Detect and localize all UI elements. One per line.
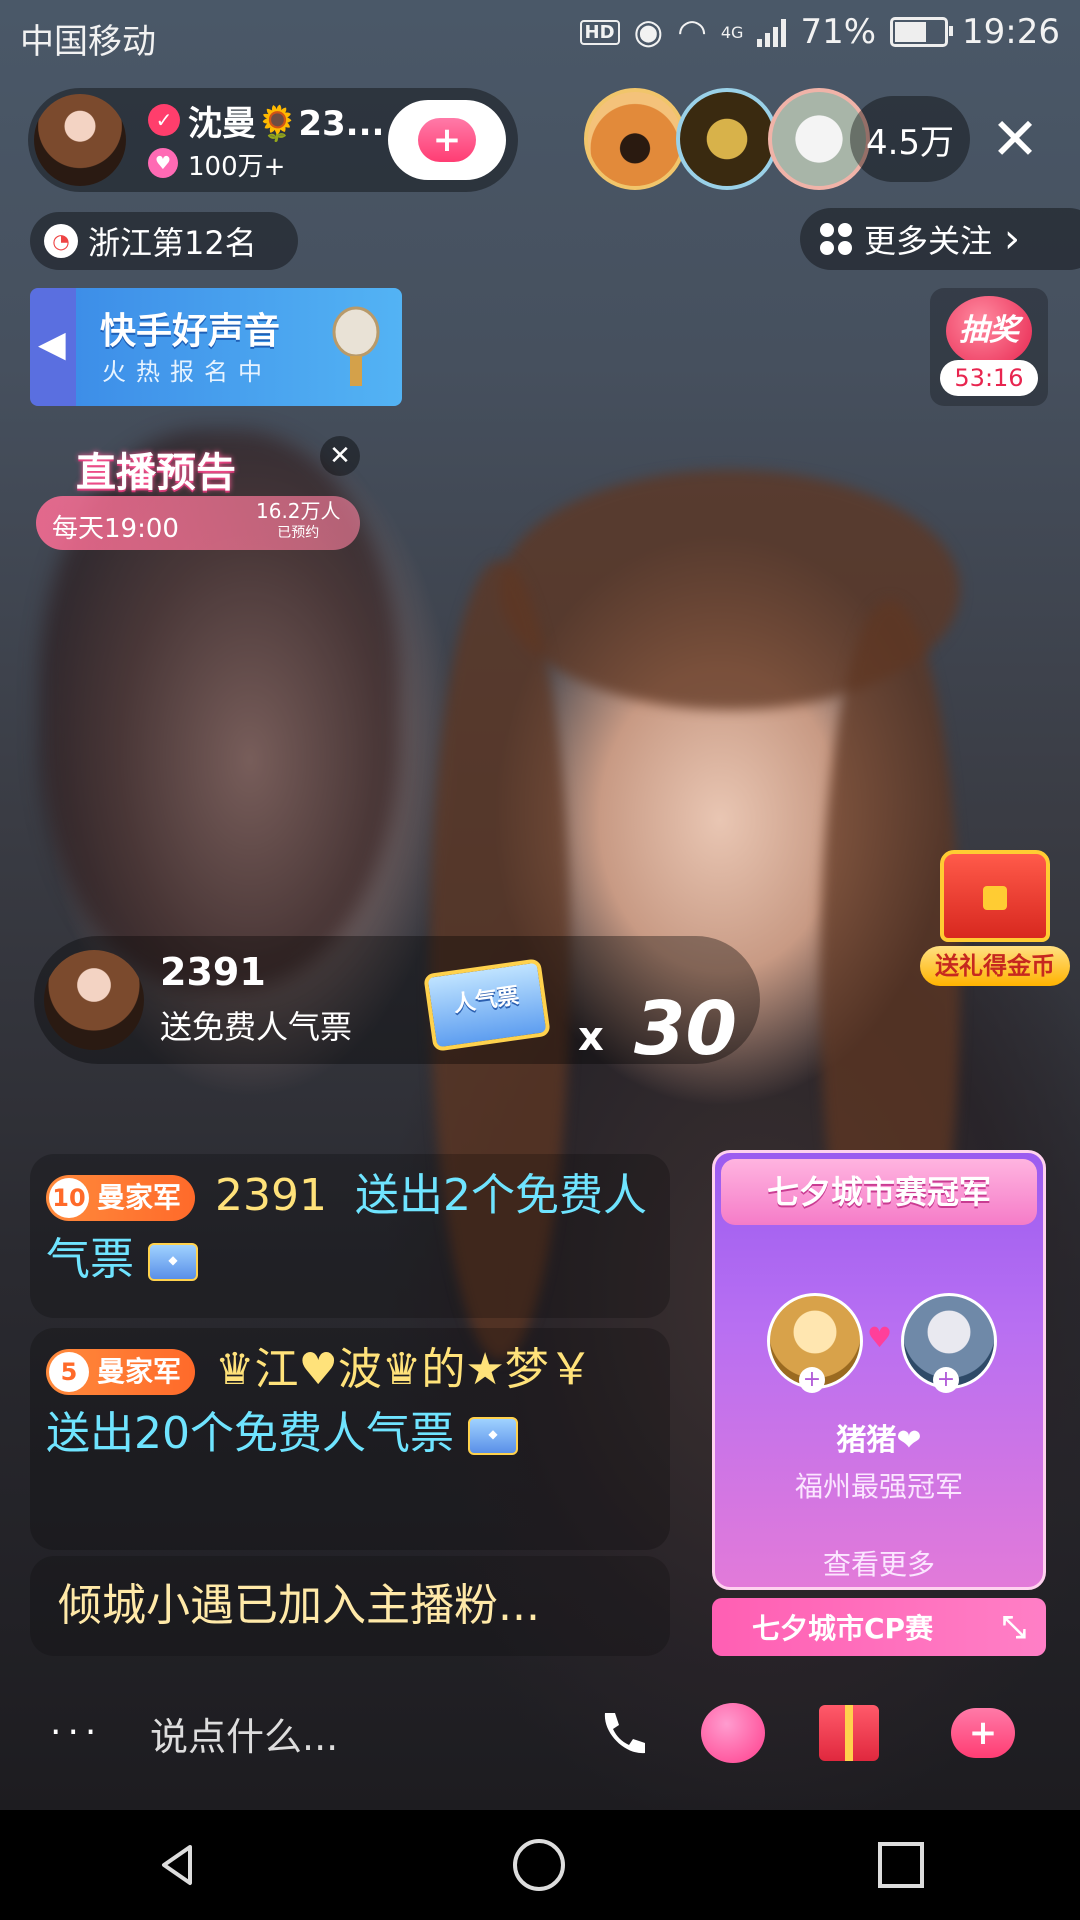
fan-level: 10: [49, 1178, 89, 1218]
gift-multiplier: 30: [634, 986, 737, 1072]
gift-multiplier-x: x: [578, 1014, 604, 1060]
fan-club-heart-plus: +: [951, 1708, 1015, 1758]
cp-champion-card[interactable]: 七夕城市赛冠军 + ♥ + 猪猪❤ 福州最强冠军 查看更多: [712, 1150, 1046, 1590]
lottery-timer: 53:16: [940, 360, 1038, 396]
home-icon[interactable]: [512, 1839, 565, 1891]
treasure-chest-widget[interactable]: 送礼得金币: [920, 850, 1070, 1000]
cp-card-title: 七夕城市赛冠军: [721, 1159, 1037, 1225]
microphone-icon: [332, 306, 380, 386]
preview-close-icon[interactable]: ✕: [320, 436, 360, 476]
comment-username[interactable]: ♛江♥波♛的★梦￥: [215, 1344, 593, 1395]
gift-sender-name: 2391: [160, 950, 266, 994]
plus-icon[interactable]: +: [799, 1367, 825, 1393]
top-viewer-avatar-1[interactable]: [584, 88, 686, 190]
heart-icon: ♥: [148, 148, 178, 178]
cp-subtitle: 福州最强冠军: [794, 1470, 963, 1503]
live-preview-card[interactable]: 直播预告 每天19:00 16.2万人 已预约: [36, 440, 360, 550]
back-icon[interactable]: [156, 1843, 200, 1887]
live-preview-count: 16.2万人 已预约: [256, 500, 341, 544]
viewer-count[interactable]: 4.5万: [850, 96, 970, 182]
fan-club-heart-icon[interactable]: +: [940, 1690, 1026, 1776]
ticket-label: 人气票: [423, 958, 551, 1052]
grid-icon: [820, 223, 852, 255]
verified-icon: ✓: [148, 104, 180, 136]
streamer-likes: 100万+: [188, 152, 286, 182]
live-preview-title: 直播预告: [76, 450, 236, 496]
streamer-avatar[interactable]: [34, 94, 126, 186]
recents-icon[interactable]: [877, 1842, 924, 1888]
plus-icon[interactable]: +: [933, 1367, 959, 1393]
carrier-name: 中国移动: [20, 22, 156, 62]
fan-badge-name: 曼家军: [97, 1181, 182, 1214]
clock-time: 19:26: [962, 12, 1060, 52]
good-voice-banner[interactable]: ◀ 快手好声音 火热报名中: [30, 288, 402, 406]
collapse-icon[interactable]: ⤡: [1002, 1610, 1026, 1645]
top-viewer-avatar-2[interactable]: [676, 88, 778, 190]
status-bar: 中国移动 HD ◉ ◠ 4G 71% 19:26: [0, 0, 1080, 72]
clock-icon: ◔: [44, 224, 78, 258]
live-preview-time: 每天19:00: [52, 514, 179, 544]
reservation-label: 已预约: [277, 525, 320, 541]
cp-contest-bar[interactable]: 七夕城市CP赛 ⤡: [712, 1598, 1046, 1656]
comment-item[interactable]: 10 曼家军 2391 送出2个免费人气票 ◆: [30, 1154, 670, 1318]
fan-level-badge: 10 曼家军: [46, 1175, 196, 1221]
chevron-left-icon[interactable]: ◀: [38, 324, 66, 365]
gift-description: 送免费人气票: [160, 1008, 353, 1046]
lottery-widget[interactable]: 抽奖 53:16: [930, 288, 1048, 406]
banner-title: 快手好声音: [100, 311, 281, 352]
navigation-bar: [0, 1810, 1080, 1920]
gift-box-icon[interactable]: [806, 1690, 892, 1776]
phone-call-icon[interactable]: [580, 1690, 666, 1776]
battery-percent: 71%: [800, 12, 877, 52]
network-type: 4G: [720, 22, 744, 42]
battery-icon: [890, 17, 954, 47]
more-options-icon[interactable]: ···: [50, 1712, 102, 1753]
heart-icon: ♥: [867, 1321, 893, 1354]
comment-text: 送出20个免费人气票: [46, 1408, 454, 1459]
region-rank-badge[interactable]: ◔ 浙江第12名: [30, 212, 298, 270]
more-follow-button[interactable]: 更多关注 ›: [800, 208, 1080, 270]
like-heart-icon[interactable]: [690, 1690, 776, 1776]
fan-level: 5: [49, 1352, 89, 1392]
live-preview-row: 每天19:00 16.2万人 已预约: [36, 496, 360, 550]
ticket-icon: ◆: [148, 1243, 198, 1281]
cp-name: 猪猪❤: [836, 1423, 922, 1458]
close-icon[interactable]: ✕: [980, 104, 1050, 174]
popularity-ticket-icon: 人气票: [422, 956, 552, 1052]
more-follow-label: 更多关注: [864, 222, 993, 260]
ticket-icon: ◆: [468, 1417, 518, 1455]
lottery-label: 抽奖: [946, 296, 1032, 366]
cp-view-more[interactable]: 查看更多: [715, 1543, 1043, 1583]
treasure-label: 送礼得金币: [920, 946, 1070, 986]
status-icons: HD ◉ ◠ 4G 71% 19:26: [579, 12, 1060, 52]
lock-icon: [983, 886, 1007, 910]
comment-username[interactable]: 2391: [215, 1170, 327, 1221]
eye-icon: ◉: [633, 12, 664, 52]
fan-level-badge: 5 曼家军: [46, 1349, 196, 1395]
region-rank-label: 浙江第12名: [88, 224, 257, 262]
cp-contest-label: 七夕城市CP赛: [752, 1612, 934, 1645]
signal-icon: [757, 17, 787, 47]
comment-input[interactable]: 说点什么...: [150, 1706, 338, 1761]
fan-badge-name: 曼家军: [97, 1355, 182, 1388]
gift-sender-avatar[interactable]: [44, 950, 144, 1050]
chevron-right-icon: ›: [1004, 216, 1021, 262]
streamer-name: 沈曼🌻23...: [188, 104, 385, 144]
follow-button[interactable]: +: [388, 100, 506, 180]
heart-plus-icon: +: [418, 118, 476, 162]
gift-notice: 2391 送免费人气票 人气票 x 30: [34, 936, 760, 1072]
streamer-info-pill[interactable]: ✓ 沈曼🌻23... ♥ 100万+ +: [28, 88, 518, 192]
join-notice: 倾城小遇已加入主播粉...: [30, 1556, 670, 1656]
banner-subtitle: 火热报名中: [102, 358, 272, 386]
comment-item[interactable]: 5 曼家军 ♛江♥波♛的★梦￥ 送出20个免费人气票 ◆: [30, 1328, 670, 1550]
hd-icon: HD: [579, 19, 620, 45]
reservation-count: 16.2万人: [256, 499, 341, 523]
wifi-icon: ◠: [677, 12, 707, 52]
